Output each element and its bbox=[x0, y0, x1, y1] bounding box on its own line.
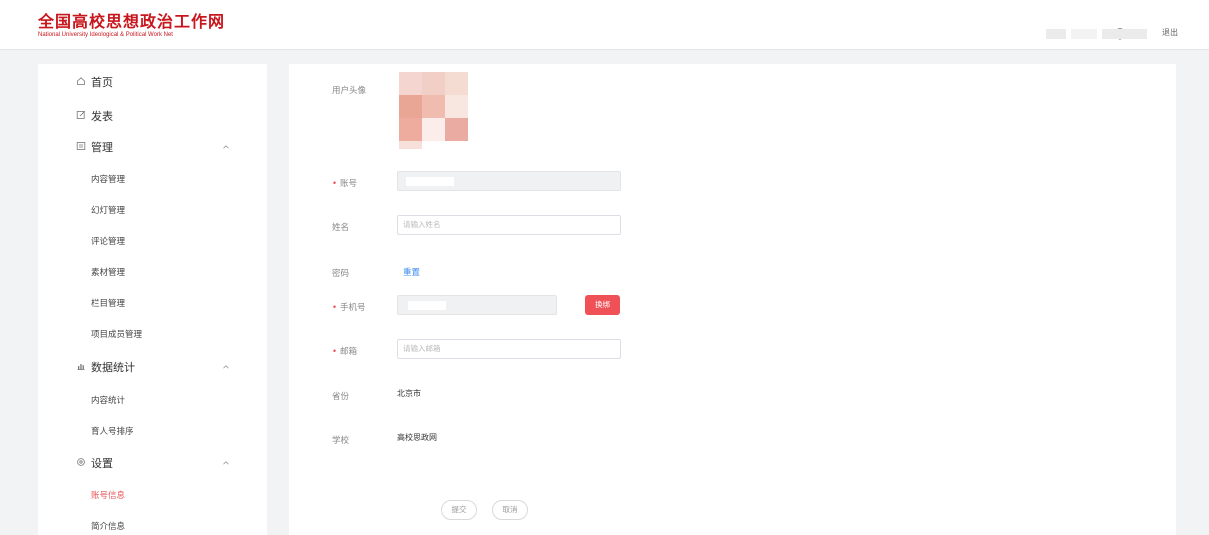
sidebar-subitem-label: 内容统计 bbox=[91, 396, 126, 406]
account-label-text: 账号 bbox=[340, 179, 358, 189]
sidebar-subitem-member-manage[interactable]: 项目成员管理 bbox=[38, 324, 267, 344]
logo-title-cn: 全国高校思想政治工作网 bbox=[38, 12, 226, 31]
phone-label-text: 手机号 bbox=[340, 303, 366, 313]
masked-account-value bbox=[406, 177, 454, 186]
sidebar-subitem-label: 素材管理 bbox=[91, 268, 126, 278]
avatar-label: 用户头像 bbox=[332, 86, 367, 96]
sidebar-item-label: 设置 bbox=[91, 457, 113, 470]
site-logo[interactable]: 全国高校思想政治工作网 National University Ideologi… bbox=[38, 12, 226, 39]
chevron-up-icon[interactable] bbox=[222, 143, 230, 151]
name-input[interactable]: 请输入姓名 bbox=[397, 215, 621, 235]
sidebar-item-label: 数据统计 bbox=[91, 361, 135, 374]
manage-icon bbox=[76, 142, 86, 150]
home-icon bbox=[77, 77, 85, 85]
edit-icon bbox=[76, 110, 86, 119]
sidebar-subitem-profile-info[interactable]: 简介信息 bbox=[38, 516, 267, 535]
sidebar-subitem-label: 评论管理 bbox=[91, 237, 126, 247]
phone-field[interactable] bbox=[397, 295, 557, 315]
sidebar-subitem-label: 内容管理 bbox=[91, 175, 126, 185]
required-mark: • bbox=[332, 179, 338, 189]
province-label: 省份 bbox=[332, 392, 350, 402]
name-label: 姓名 bbox=[332, 223, 350, 233]
sidebar: 首页 发表 管理 内容管理 幻灯管理 评论管理 素材管理 栏目管理 项目成员管理… bbox=[38, 64, 267, 535]
reset-password-link[interactable]: 重置 bbox=[403, 266, 420, 278]
settings-icon bbox=[77, 458, 85, 466]
required-mark: • bbox=[332, 303, 338, 313]
chevron-up-icon[interactable] bbox=[222, 363, 230, 371]
sidebar-subitem-comment-manage[interactable]: 评论管理 bbox=[38, 231, 267, 251]
sidebar-item-statistics[interactable]: 数据统计 bbox=[38, 357, 267, 377]
masked-phone-value bbox=[408, 301, 446, 310]
sidebar-subitem-label: 栏目管理 bbox=[91, 299, 126, 309]
email-label-text: 邮箱 bbox=[340, 347, 358, 357]
sidebar-item-publish[interactable]: 发表 bbox=[38, 106, 267, 126]
sidebar-subitem-content-manage[interactable]: 内容管理 bbox=[38, 169, 267, 189]
password-label: 密码 bbox=[332, 269, 350, 279]
masked-user-block-2 bbox=[1071, 29, 1097, 39]
sidebar-subitem-label: 幻灯管理 bbox=[91, 206, 126, 216]
sidebar-item-settings[interactable]: 设置 bbox=[38, 453, 267, 473]
sidebar-subitem-material-manage[interactable]: 素材管理 bbox=[38, 262, 267, 282]
sidebar-subitem-slides-manage[interactable]: 幻灯管理 bbox=[38, 200, 267, 220]
email-input[interactable]: 请输入邮箱 bbox=[397, 339, 621, 359]
logo-title-en: National University Ideological & Politi… bbox=[38, 32, 173, 38]
masked-user-block-1[interactable] bbox=[1046, 29, 1066, 39]
email-label: • 邮箱 bbox=[332, 345, 357, 357]
sidebar-subitem-label: 育人号排序 bbox=[91, 427, 134, 437]
sidebar-subitem-label: 简介信息 bbox=[91, 522, 126, 532]
submit-button[interactable]: 提交 bbox=[441, 500, 477, 520]
account-form: 用户头像 • 账号 姓名 请输入姓名 密码 重置 • 手机号 换绑 • 邮箱 请输入邮… bbox=[289, 64, 1176, 535]
account-label: • 账号 bbox=[332, 177, 357, 189]
sidebar-item-label: 管理 bbox=[91, 141, 113, 154]
sidebar-subitem-label: 项目成员管理 bbox=[91, 330, 143, 340]
logout-link[interactable]: 退出 bbox=[1162, 27, 1178, 38]
top-header: 全国高校思想政治工作网 National University Ideologi… bbox=[0, 0, 1209, 50]
sidebar-item-manage[interactable]: 管理 bbox=[38, 137, 267, 157]
sidebar-item-label: 首页 bbox=[91, 76, 113, 89]
phone-label: • 手机号 bbox=[332, 301, 366, 313]
sidebar-subitem-content-stats[interactable]: 内容统计 bbox=[38, 390, 267, 410]
account-field[interactable] bbox=[397, 171, 621, 191]
sidebar-subitem-ranking[interactable]: 育人号排序 bbox=[38, 421, 267, 441]
cancel-button[interactable]: 取消 bbox=[492, 500, 528, 520]
sidebar-subitem-label: 账号信息 bbox=[91, 491, 126, 501]
masked-user-block-3 bbox=[1102, 29, 1147, 39]
school-label: 学校 bbox=[332, 436, 350, 446]
sidebar-item-home[interactable]: 首页 bbox=[38, 72, 267, 92]
rebind-phone-button[interactable]: 换绑 bbox=[585, 295, 620, 315]
school-value: 高校思政网 bbox=[397, 433, 437, 442]
sidebar-subitem-column-manage[interactable]: 栏目管理 bbox=[38, 293, 267, 313]
avatar[interactable] bbox=[399, 72, 469, 152]
sidebar-item-label: 发表 bbox=[91, 110, 113, 123]
required-mark: • bbox=[332, 347, 338, 357]
sidebar-subitem-account-info[interactable]: 账号信息 bbox=[38, 485, 267, 505]
chevron-up-icon[interactable] bbox=[222, 459, 230, 467]
chart-icon bbox=[77, 364, 85, 370]
province-value: 北京市 bbox=[397, 389, 421, 398]
